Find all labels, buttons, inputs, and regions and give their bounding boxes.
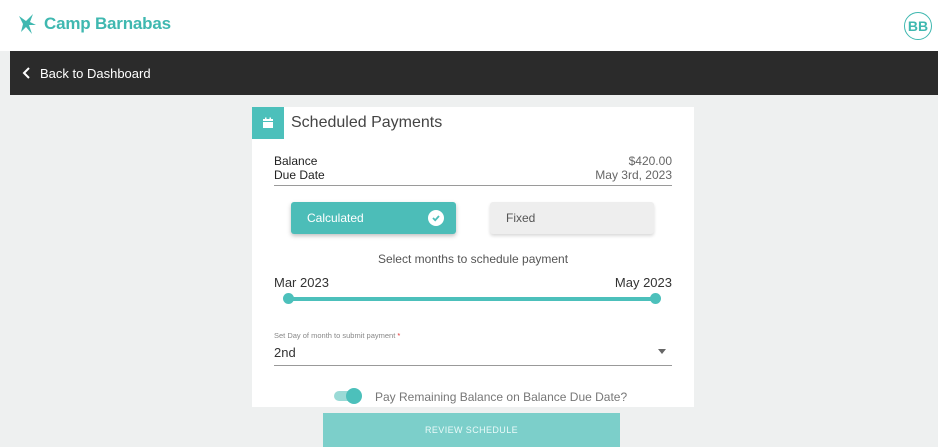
camp-barnabas-logo-icon bbox=[19, 14, 36, 34]
month-start-label: Mar 2023 bbox=[274, 275, 329, 290]
divider bbox=[274, 185, 672, 186]
fixed-option-button[interactable]: Fixed bbox=[490, 202, 654, 234]
fixed-label: Fixed bbox=[506, 211, 536, 225]
month-range-slider[interactable] bbox=[283, 293, 661, 304]
day-field-label: Set Day of month to submit payment * bbox=[274, 331, 400, 340]
months-prompt: Select months to schedule payment bbox=[377, 252, 569, 266]
brand-logo[interactable]: Camp Barnabas bbox=[16, 12, 171, 36]
balance-value: $420.00 bbox=[628, 154, 672, 168]
pay-remaining-label: Pay Remaining Balance on Balance Due Dat… bbox=[375, 390, 628, 404]
card-title: Scheduled Payments bbox=[291, 114, 443, 131]
nav-bar: Back to Dashboard bbox=[10, 51, 938, 95]
balance-label: Balance bbox=[274, 154, 318, 168]
back-to-dashboard-link[interactable]: Back to Dashboard bbox=[22, 51, 151, 95]
slider-start-thumb[interactable] bbox=[283, 293, 294, 304]
day-field-label-text: Set Day of month to submit payment bbox=[274, 331, 396, 340]
day-select-underline bbox=[274, 365, 672, 366]
day-select[interactable]: 2nd bbox=[274, 345, 296, 360]
check-circle-icon bbox=[428, 210, 444, 226]
brand-name: Camp Barnabas bbox=[44, 14, 171, 33]
due-date-row: Due Date May 3rd, 2023 bbox=[274, 168, 672, 182]
top-bar: Camp Barnabas BB bbox=[0, 0, 938, 51]
pay-remaining-toggle[interactable] bbox=[334, 388, 362, 404]
scheduled-payments-card: Scheduled Payments Balance $420.00 Due D… bbox=[252, 107, 694, 407]
toggle-knob bbox=[346, 388, 362, 404]
due-date-value: May 3rd, 2023 bbox=[595, 168, 672, 182]
month-end-label: May 2023 bbox=[614, 275, 672, 290]
review-schedule-button[interactable]: REVIEW SCHEDULE bbox=[323, 413, 620, 447]
slider-end-thumb[interactable] bbox=[650, 293, 661, 304]
calendar-badge bbox=[252, 107, 284, 139]
chevron-left-icon bbox=[22, 67, 30, 79]
due-date-label: Due Date bbox=[274, 168, 325, 182]
back-label: Back to Dashboard bbox=[40, 65, 151, 81]
calculated-label: Calculated bbox=[307, 211, 364, 225]
calculated-option-button[interactable]: Calculated bbox=[291, 202, 456, 234]
required-marker: * bbox=[397, 331, 401, 340]
avatar[interactable]: BB bbox=[904, 12, 932, 40]
balance-row: Balance $420.00 bbox=[274, 154, 672, 168]
dropdown-arrow-icon[interactable] bbox=[658, 349, 666, 354]
calendar-icon bbox=[263, 117, 273, 128]
